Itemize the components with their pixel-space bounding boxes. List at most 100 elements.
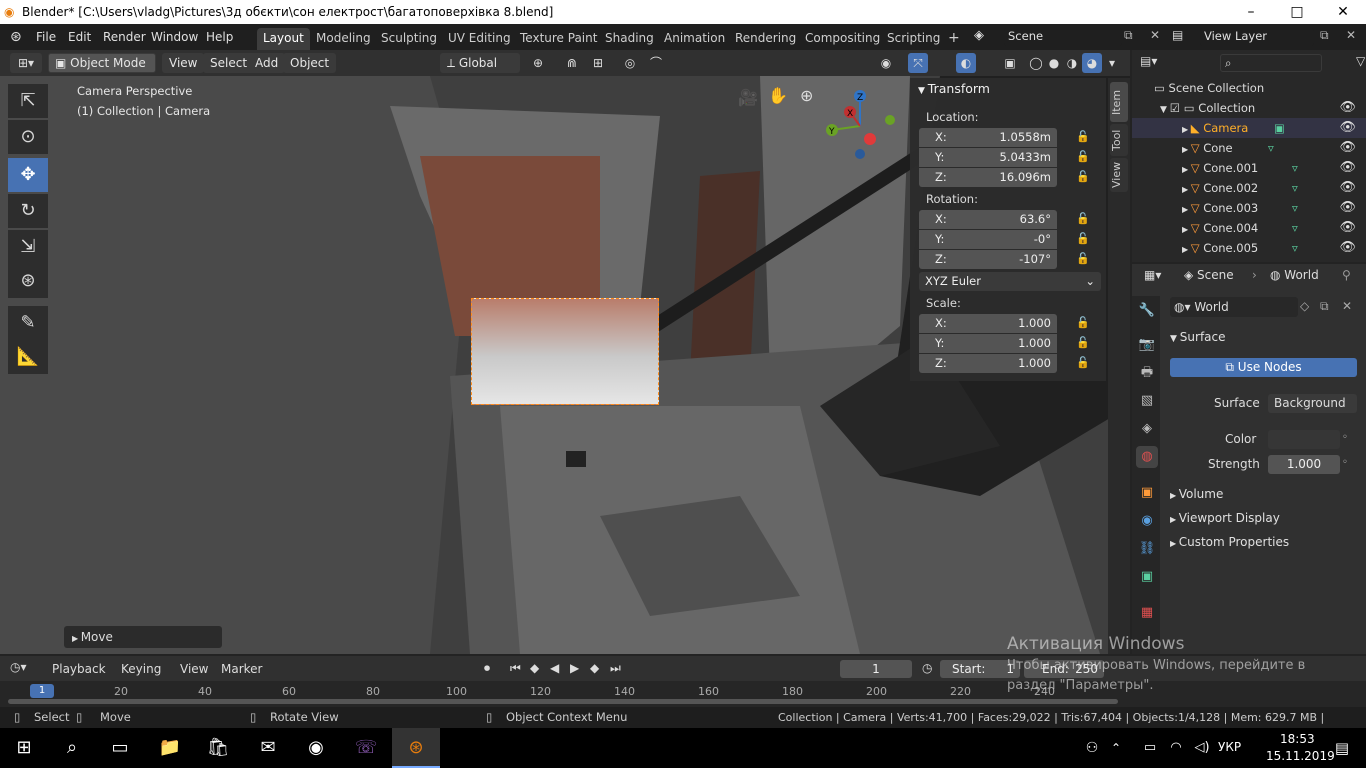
rotate-tool[interactable]: ↻ [8,194,48,228]
transform-tool[interactable]: ⊛ [8,264,48,298]
tab-sculpting[interactable]: Sculpting [375,28,443,50]
filter-icon[interactable]: ▽ [1356,54,1365,68]
select-box-tool[interactable]: ⇱ [8,84,48,118]
tab-view[interactable]: View [1110,158,1128,192]
rotation-x-field[interactable]: X: 63.6° [919,210,1057,229]
pan-view-icon[interactable]: ✋ [768,86,788,105]
menu-keying[interactable]: Keying [121,662,161,676]
scene-delete-icon[interactable]: ✕ [1150,28,1160,42]
duplicate-icon[interactable]: ⧉ [1320,299,1329,314]
blender-taskbar-icon[interactable]: ⊛ [392,728,440,768]
tab-rendering[interactable]: Rendering [729,28,802,50]
tab-compositing[interactable]: Compositing [799,28,886,50]
lock-icon[interactable]: 🔓 [1076,170,1090,183]
language-indicator[interactable]: УКР [1218,740,1241,754]
orientation-selector[interactable]: ⟂ Global [440,53,520,73]
collection-row[interactable]: ▼ ☑ ▭ Collection 👁 [1132,98,1366,118]
solid-shading-icon[interactable]: ● [1044,53,1064,73]
snap-target-icon[interactable]: ⊞ [588,53,608,73]
minimize-button[interactable]: – [1228,0,1274,24]
menu-timeline-view[interactable]: View [180,662,208,676]
eye-icon[interactable]: 👁 [1339,158,1356,178]
next-keyframe-icon[interactable]: ◆ [590,661,599,675]
editor-type-icon[interactable]: ⊞▾ [10,53,42,73]
current-frame-field[interactable]: 1 [840,660,912,678]
pin-icon[interactable]: ⚲ [1342,268,1351,282]
tab-modeling[interactable]: Modeling [310,28,377,50]
output-icon[interactable]: 🖶 [1136,362,1158,384]
color-swatch[interactable] [1268,430,1340,449]
unlink-icon[interactable]: ✕ [1342,299,1352,313]
tab-item[interactable]: Item [1110,82,1128,122]
view-layer-new-icon[interactable]: ⧉ [1320,28,1329,43]
navigation-gizmo[interactable]: Z Y X [820,86,900,166]
list-item[interactable]: ▶ ▽ Cone.001 ▿ 👁 [1132,158,1366,178]
eye-icon[interactable]: 👁 [1339,118,1356,138]
world-datablock[interactable]: ◍▾ World [1170,297,1298,317]
clock-time[interactable]: 18:53 [1280,732,1315,746]
visibility-icon[interactable]: ◉ [876,53,896,73]
tab-uv-editing[interactable]: UV Editing [442,28,517,50]
tool-settings-icon[interactable]: 🔧 [1136,300,1158,322]
lock-icon[interactable]: 🔓 [1076,130,1090,143]
tab-texture-paint[interactable]: Texture Paint [514,28,603,50]
menu-file[interactable]: File [36,28,56,46]
location-y-field[interactable]: Y: 5.0433m [919,148,1057,167]
eye-icon[interactable]: 👁 [1339,178,1356,198]
texture-icon[interactable]: ▦ [1136,602,1158,624]
menu-render[interactable]: Render [103,28,146,46]
view-layer-icon[interactable]: ▤ [1172,28,1183,42]
outliner-search-input[interactable]: ⌕ [1220,54,1322,72]
scale-x-field[interactable]: X: 1.000 [919,314,1057,333]
properties-editor-icon[interactable]: ▦▾ [1144,268,1161,282]
scale-y-field[interactable]: Y: 1.000 [919,334,1057,353]
list-item[interactable]: ▶ ▽ Cone.004 ▿ 👁 [1132,218,1366,238]
object-props-icon[interactable]: ▣ [1136,482,1158,504]
task-view-icon[interactable]: ▭ [96,728,144,768]
maximize-button[interactable]: □ [1274,0,1320,24]
shading-options-icon[interactable]: ▾ [1102,53,1122,73]
transform-header[interactable]: ▼ Transform [918,81,990,96]
viewport-display-section-header[interactable]: ▶ Viewport Display [1170,511,1280,525]
timeline-scrollbar[interactable] [8,699,1118,704]
jump-end-icon[interactable]: ⏭ [610,661,621,676]
tab-shading[interactable]: Shading [599,28,660,50]
windows-start-icon[interactable]: ⊞ [0,728,48,768]
tab-layout[interactable]: Layout [257,28,310,50]
play-icon[interactable]: ▶ [570,661,579,675]
eye-icon[interactable]: 👁 [1339,138,1356,158]
location-x-field[interactable]: X: 1.0558m [919,128,1057,147]
scene-icon[interactable]: ◈ [974,28,984,43]
last-operation-panel[interactable]: ▶ Move [64,626,222,648]
list-item[interactable]: ▶ ▽ Cone.003 ▿ 👁 [1132,198,1366,218]
rendered-shading-icon[interactable]: ◕ [1082,53,1102,73]
volume-icon[interactable]: ◁) [1190,728,1214,768]
add-workspace-icon[interactable]: + [942,28,966,50]
lock-icon[interactable]: 🔓 [1076,212,1090,225]
snap-icon[interactable]: ⋒ [562,53,582,73]
scene-selector[interactable]: Scene [1004,28,1122,46]
view-layer-selector[interactable]: View Layer [1200,28,1314,46]
record-icon[interactable]: ⏺ [484,661,490,676]
measure-tool[interactable]: 📐 [8,340,48,374]
physics-icon[interactable]: ◉ [1136,510,1158,532]
surface-shader-button[interactable]: Background [1268,394,1357,413]
viber-icon[interactable]: ☏ [342,728,390,768]
socket-icon[interactable]: ◦ [1342,457,1348,468]
render-icon[interactable]: 📷 [1136,334,1158,356]
battery-icon[interactable]: ▭ [1138,728,1162,768]
move-tool[interactable]: ✥ [8,158,48,192]
menu-marker[interactable]: Marker [221,662,262,676]
menu-help[interactable]: Help [206,28,233,46]
rotation-z-field[interactable]: Z: -107° [919,250,1057,269]
gizmo-toggle-icon[interactable]: ⤧ [908,53,928,73]
scale-tool[interactable]: ⇲ [8,230,48,264]
scene-new-icon[interactable]: ⧉ [1124,28,1133,43]
select-menu[interactable]: Select [203,53,255,73]
mail-icon[interactable]: ✉ [244,728,292,768]
world-props-icon[interactable]: ◍ [1136,446,1158,468]
add-menu[interactable]: Add [248,53,286,73]
object-data-icon[interactable]: ▣ [1136,566,1158,588]
wifi-icon[interactable]: ◠ [1164,728,1188,768]
jump-start-icon[interactable]: ⏮ [510,661,521,676]
